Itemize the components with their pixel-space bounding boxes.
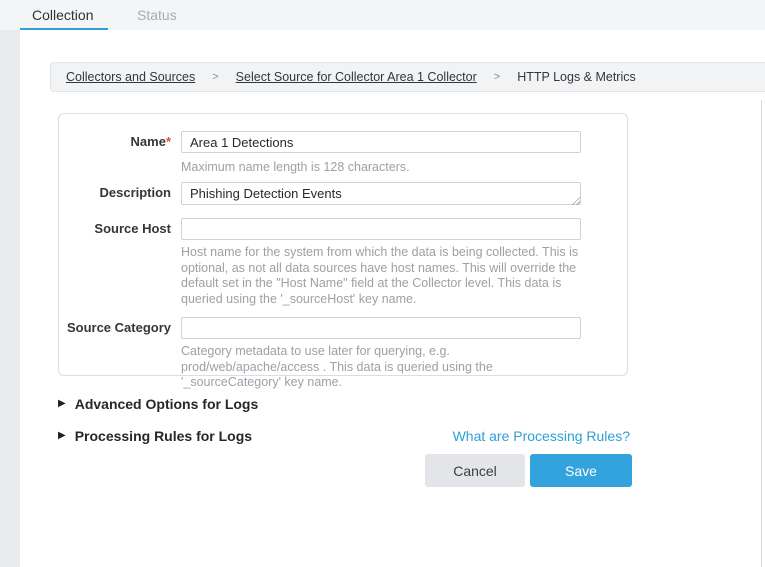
breadcrumb-current-page: HTTP Logs & Metrics [517,70,636,84]
expander-triangle-icon: ▶ [58,396,66,412]
breadcrumb-collectors-and-sources[interactable]: Collectors and Sources [66,70,195,84]
breadcrumb-select-source[interactable]: Select Source for Collector Area 1 Colle… [236,70,477,84]
processing-rules-title: Processing Rules for Logs [75,428,252,444]
cancel-button[interactable]: Cancel [425,454,525,487]
what-are-processing-rules-link[interactable]: What are Processing Rules? [453,428,630,444]
source-category-label: Source Category [59,317,171,339]
breadcrumb: Collectors and Sources > Select Source f… [50,62,765,92]
save-button[interactable]: Save [530,454,632,487]
content-right-border [761,100,762,567]
required-asterisk: * [166,134,171,149]
button-row: Cancel Save [425,454,632,487]
source-host-input[interactable] [181,218,581,240]
name-help-text: Maximum name length is 128 characters. [181,160,583,176]
advanced-options-toggle[interactable]: ▶ Advanced Options for Logs [58,396,258,412]
source-category-help-text: Category metadata to use later for query… [181,344,583,391]
tab-status[interactable]: Status [137,0,177,30]
breadcrumb-separator: > [494,71,500,83]
source-host-help-text: Host name for the system from which the … [181,245,583,307]
left-gutter [0,0,20,567]
tab-collection[interactable]: Collection [32,0,93,30]
source-host-label: Source Host [59,218,171,240]
processing-rules-toggle[interactable]: ▶ Processing Rules for Logs [58,428,252,444]
source-config-form: Name* Maximum name length is 128 charact… [58,113,628,376]
advanced-options-title: Advanced Options for Logs [75,396,259,412]
description-label: Description [59,182,171,204]
source-category-input[interactable] [181,317,581,339]
name-label: Name* [59,131,171,153]
name-label-text: Name [131,134,166,149]
description-textarea[interactable]: Phishing Detection Events [181,182,581,205]
name-input[interactable] [181,131,581,153]
tab-strip: Collection Status [0,0,765,30]
breadcrumb-separator: > [212,71,218,83]
expander-triangle-icon: ▶ [58,428,66,444]
